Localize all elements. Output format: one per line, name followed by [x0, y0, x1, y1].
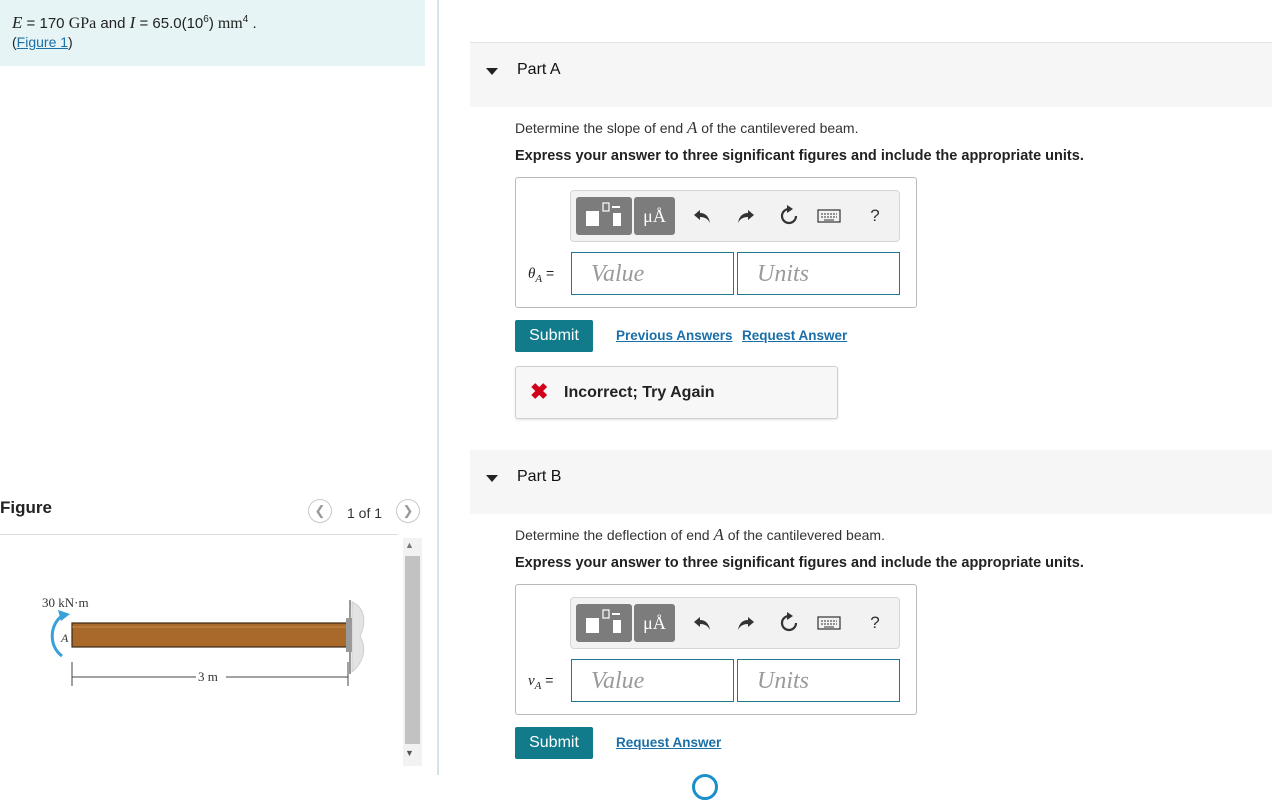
reset-button[interactable] [777, 611, 801, 635]
keyboard-button[interactable] [817, 204, 841, 228]
moment-label: 30 kN·m [42, 595, 89, 610]
figure-divider [0, 534, 398, 535]
part-b-header[interactable]: Part B [470, 450, 1272, 514]
part-a-label: Part A [517, 61, 561, 78]
request-answer-link[interactable]: Request Answer [742, 328, 847, 343]
submit-button[interactable]: Submit [515, 320, 593, 352]
reset-button[interactable] [777, 204, 801, 228]
math-toolbar: μÅ ? [570, 597, 900, 649]
i-value: = 65.0(10 [135, 15, 204, 32]
redo-icon [738, 210, 754, 223]
scroll-up-icon[interactable]: ▲ [405, 540, 414, 550]
question-text-end: of the cantilevered beam. [723, 527, 885, 543]
previous-answers-link[interactable]: Previous Answers [616, 328, 733, 343]
templates-icon [586, 609, 621, 633]
part-b-label: Part B [517, 468, 562, 485]
figure-link-line: (Figure 1) [12, 34, 73, 50]
reset-icon [780, 205, 798, 225]
question-text-end: of the cantilevered beam. [697, 120, 859, 136]
math-toolbar: μÅ ? [570, 190, 900, 242]
value-input[interactable]: Value [571, 659, 734, 702]
units-input[interactable]: Units [737, 659, 900, 702]
length-label: 3 m [198, 669, 218, 684]
e-value: = 170 [22, 15, 69, 32]
undo-button[interactable] [691, 204, 715, 228]
units-icon: μÅ [643, 205, 666, 226]
undo-icon [694, 617, 710, 630]
part-b-answer-box: μÅ ? vA = Value Units [515, 584, 917, 715]
redo-button[interactable] [733, 611, 757, 635]
given-values-panel: E = 170 GPa and I = 65.0(106) mm4 . (Fig… [0, 0, 425, 66]
units-button[interactable]: μÅ [634, 604, 675, 642]
help-button[interactable]: ? [863, 611, 887, 635]
value-input[interactable]: Value [571, 252, 734, 295]
chevron-left-icon: ❮ [314, 503, 326, 518]
answer-label: θA = [528, 265, 554, 285]
question-text: Determine the deflection of end [515, 527, 714, 543]
help-icon: ? [870, 206, 880, 225]
redo-icon [738, 617, 754, 630]
point-a-label: A [60, 631, 69, 645]
scroll-down-icon[interactable]: ▼ [405, 748, 414, 758]
period: . [248, 15, 257, 32]
keyboard-icon [817, 209, 841, 223]
part-a-question: Determine the slope of end A of the cant… [515, 118, 859, 138]
wall-support [351, 601, 365, 674]
keyboard-button[interactable] [817, 611, 841, 635]
figure-counter: 1 of 1 [347, 505, 383, 521]
question-text: Determine the slope of end [515, 120, 687, 136]
templates-icon [586, 202, 621, 226]
reset-icon [780, 612, 798, 632]
i-unit: mm [213, 15, 243, 32]
request-answer-link[interactable]: Request Answer [616, 735, 721, 750]
collapse-triangle-icon[interactable] [486, 475, 498, 482]
equals-sign: = [542, 265, 555, 281]
part-a-header[interactable]: Part A [470, 43, 1272, 107]
feedback-message: Incorrect; Try Again [564, 384, 715, 401]
help-icon: ? [870, 613, 880, 632]
and-text: and [96, 15, 130, 32]
part-a-instruction: Express your answer to three significant… [515, 148, 1084, 164]
help-chat-icon[interactable] [692, 774, 718, 800]
next-figure-button[interactable]: ❯ [396, 499, 420, 523]
part-b-instruction: Express your answer to three significant… [515, 555, 1084, 571]
question-var: A [687, 118, 698, 137]
part-a-answer-box: μÅ ? θA = Value Units [515, 177, 917, 308]
submit-button[interactable]: Submit [515, 727, 593, 759]
given-values-text: E = 170 GPa and I = 65.0(106) mm4 . [12, 13, 257, 33]
part-b-question: Determine the deflection of end A of the… [515, 525, 885, 545]
collapse-triangle-icon[interactable] [486, 68, 498, 75]
figure-link[interactable]: Figure 1 [17, 34, 68, 50]
units-button[interactable]: μÅ [634, 197, 675, 235]
question-var: A [713, 525, 724, 544]
undo-button[interactable] [691, 611, 715, 635]
beam-figure: 30 kN·m A 3 m [42, 595, 365, 686]
equals-sign: = [541, 672, 554, 688]
units-icon: μÅ [643, 612, 666, 633]
e-unit: GPa [68, 15, 97, 32]
incorrect-icon: ✖ [530, 379, 549, 404]
templates-button[interactable] [576, 197, 632, 235]
prev-figure-button[interactable]: ❮ [308, 499, 332, 523]
v-symbol: v [528, 673, 535, 689]
scrollbar-thumb[interactable] [405, 556, 420, 744]
figure-title: Figure [0, 498, 52, 517]
beam-end-plate [346, 618, 352, 652]
templates-button[interactable] [576, 604, 632, 642]
help-button[interactable]: ? [863, 204, 887, 228]
undo-icon [694, 210, 710, 223]
panel-divider [437, 0, 439, 775]
units-input[interactable]: Units [737, 252, 900, 295]
feedback-box: ✖ Incorrect; Try Again [515, 366, 838, 419]
keyboard-icon [817, 616, 841, 630]
answer-label: vA = [528, 672, 553, 692]
paren-close: ) [68, 34, 73, 50]
e-symbol: E [12, 13, 23, 32]
chevron-right-icon: ❯ [402, 503, 414, 518]
redo-button[interactable] [733, 204, 757, 228]
